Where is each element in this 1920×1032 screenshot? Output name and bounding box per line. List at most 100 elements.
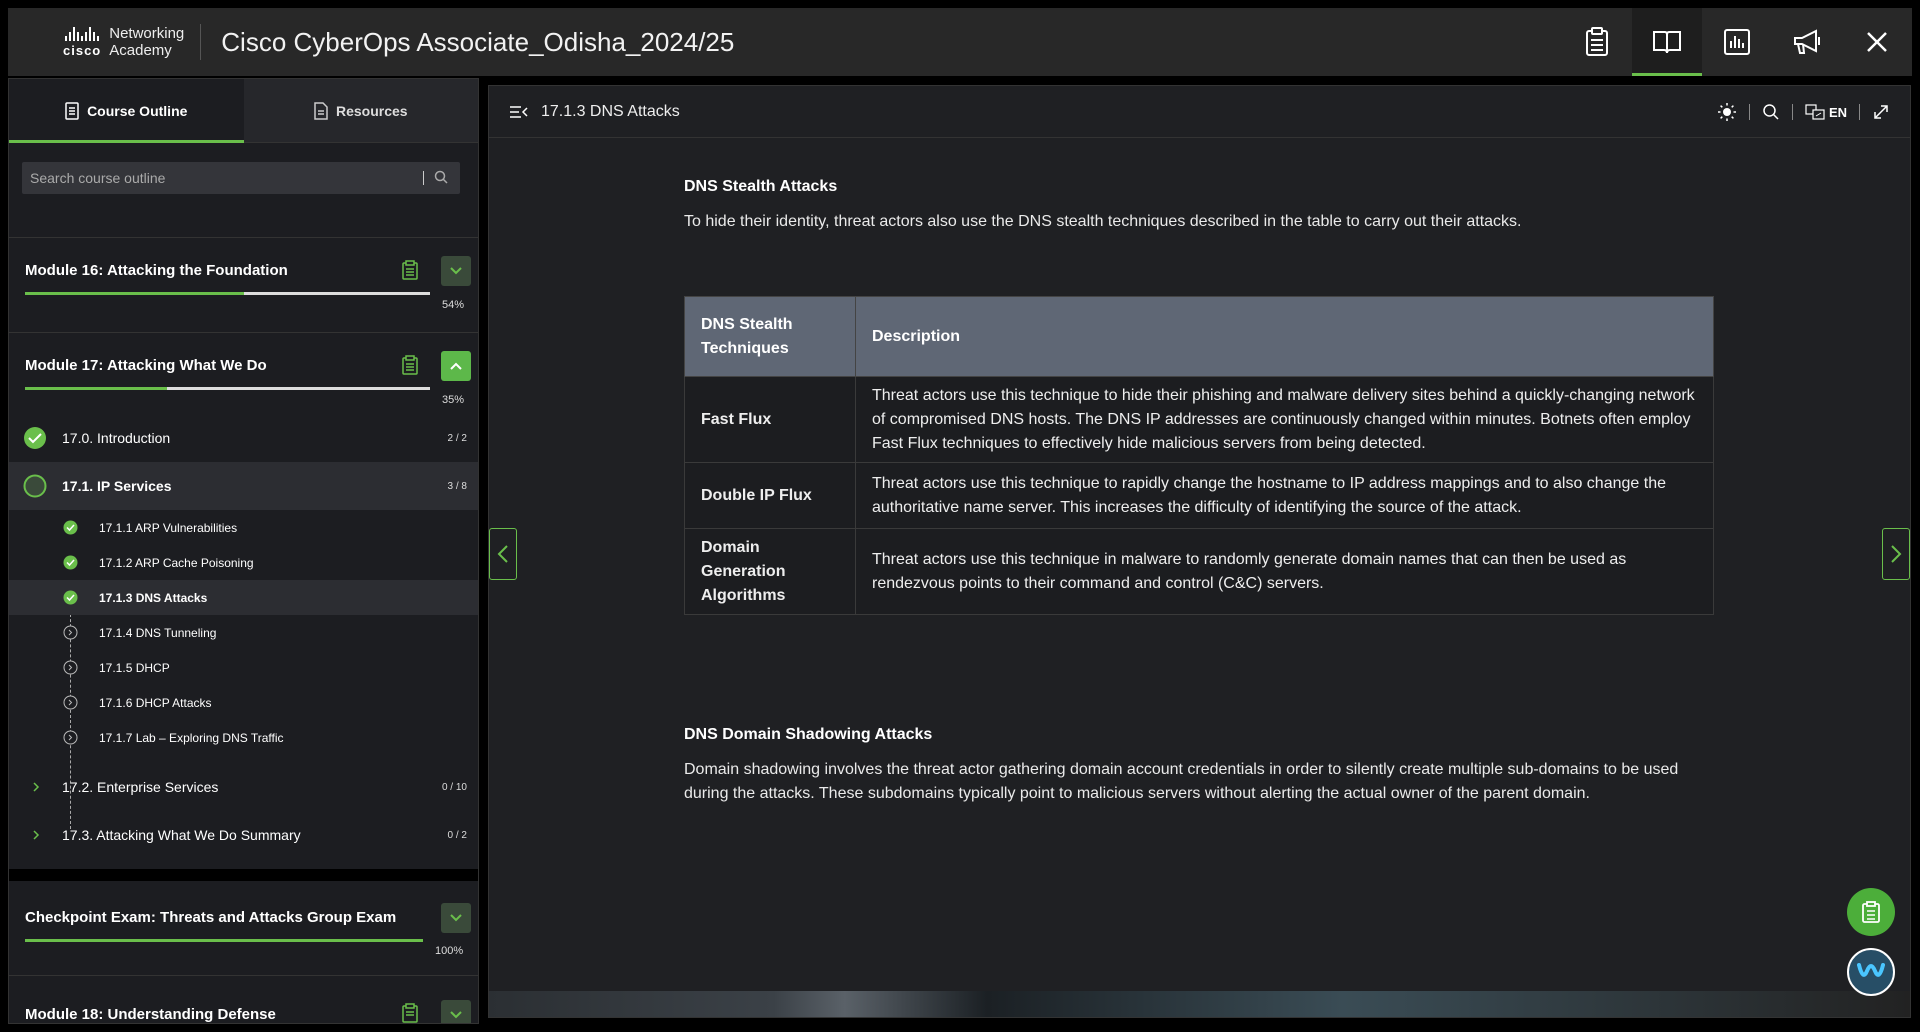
course-outline-sidebar: Course Outline Resources Search course o…	[8, 78, 479, 1024]
topic-17-1-2[interactable]: 17.1.2 ARP Cache Poisoning	[9, 545, 478, 580]
search-icon[interactable]	[434, 170, 448, 184]
lesson-17-1[interactable]: 17.1. IP Services 3 / 8	[9, 462, 478, 510]
chart-icon	[1724, 29, 1750, 55]
previous-page-button[interactable]	[489, 528, 517, 580]
topic-17-1-7[interactable]: 17.1.7 Lab – Exploring DNS Traffic	[9, 720, 478, 755]
topic-17-1-3[interactable]: 17.1.3 DNS Attacks	[9, 580, 478, 615]
next-page-button[interactable]	[1882, 528, 1910, 580]
module-18[interactable]: Module 18: Understanding Defense	[9, 975, 478, 1023]
topic-label: 17.1.4 DNS Tunneling	[99, 625, 217, 640]
logo-line1: Networking	[109, 25, 185, 42]
tab-course-outline[interactable]: Course Outline	[9, 79, 244, 143]
megaphone-icon	[1794, 29, 1820, 54]
topic-label: 17.1.2 ARP Cache Poisoning	[99, 555, 254, 570]
check-circle-icon	[63, 520, 78, 535]
table-header-row: DNS Stealth Techniques Description	[684, 296, 1714, 377]
topic-label: 17.1.5 DHCP	[99, 660, 170, 675]
module-progress-fill	[25, 387, 167, 390]
lesson-17-2[interactable]: 17.2. Enterprise Services 0 / 10	[9, 763, 478, 811]
lesson-count: 0 / 10	[441, 781, 467, 793]
module-16[interactable]: Module 16: Attacking the Foundation 54%	[9, 237, 478, 317]
lesson-17-0[interactable]: 17.0. Introduction 2 / 2	[9, 414, 478, 462]
announcements-button[interactable]	[1772, 8, 1842, 76]
lesson-count: 3 / 8	[447, 480, 467, 492]
expand-module-button[interactable]	[441, 903, 471, 933]
lesson-label: 17.3. Attacking What We Do Summary	[62, 827, 301, 843]
page-title: 17.1.3 DNS Attacks	[541, 102, 680, 120]
book-icon	[1653, 31, 1681, 54]
module-progress-bar	[25, 939, 423, 942]
clipboard-icon[interactable]	[402, 260, 418, 280]
search-icon[interactable]	[1762, 103, 1780, 121]
table-row: Double IP Flux Threat actors use this te…	[684, 462, 1714, 529]
language-selector[interactable]: EN	[1805, 104, 1847, 120]
sidebar-tabs: Course Outline Resources	[9, 79, 478, 143]
cisco-logo-mark: cisco	[63, 26, 102, 58]
cisco-bars-icon	[65, 26, 100, 41]
outline-icon	[65, 101, 79, 120]
topic-17-1-5[interactable]: 17.1.5 DHCP	[9, 650, 478, 685]
table-header-technique: DNS Stealth Techniques	[684, 296, 856, 377]
topic-label: 17.1.7 Lab – Exploring DNS Traffic	[99, 730, 284, 745]
expand-module-button[interactable]	[441, 256, 471, 286]
lesson-label: 17.2. Enterprise Services	[62, 779, 219, 795]
lesson-count: 2 / 2	[447, 432, 467, 444]
clipboard-icon[interactable]	[402, 355, 418, 375]
module-17[interactable]: Module 17: Attacking What We Do 35%	[9, 332, 478, 412]
search-separator	[423, 171, 424, 185]
course-content-button[interactable]	[1632, 8, 1702, 76]
topic-label: 17.1.1 ARP Vulnerabilities	[99, 520, 238, 535]
module-percent: 35%	[442, 394, 465, 406]
language-label: EN	[1828, 104, 1847, 120]
pending-circle-icon	[63, 625, 78, 640]
webex-fab-button[interactable]	[1847, 948, 1895, 996]
checkpoint-exam[interactable]: Checkpoint Exam: Threats and Attacks Gro…	[9, 869, 478, 957]
course-title: Cisco CyberOps Associate_Odisha_2024/25	[221, 26, 735, 57]
lesson-17-3[interactable]: 17.3. Attacking What We Do Summary 0 / 2	[9, 811, 478, 859]
webex-icon	[1857, 963, 1885, 977]
module-title: Module 18: Understanding Defense	[25, 1006, 276, 1023]
outline-search-input[interactable]: Search course outline	[22, 162, 460, 194]
expand-icon[interactable]	[1872, 103, 1890, 121]
toolbar-separator	[1859, 104, 1860, 120]
collapse-module-button[interactable]	[441, 351, 471, 381]
section-paragraph: To hide their identity, threat actors al…	[684, 213, 1522, 230]
gradebook-button[interactable]	[1562, 8, 1632, 76]
module-percent: 54%	[442, 299, 465, 311]
pending-circle-icon	[63, 695, 78, 710]
document-icon	[314, 101, 328, 120]
description-cell: Threat actors use this technique to hide…	[855, 376, 1714, 463]
module-title: Module 17: Attacking What We Do	[25, 357, 267, 374]
clipboard-icon	[1586, 27, 1608, 56]
content-toolbar: 17.1.3 DNS Attacks EN	[489, 86, 1910, 138]
progress-button[interactable]	[1702, 8, 1772, 76]
expand-module-button[interactable]	[441, 1000, 471, 1023]
module-title: Checkpoint Exam: Threats and Attacks Gro…	[25, 909, 397, 926]
chevron-right-icon	[33, 830, 40, 840]
brightness-icon[interactable]	[1717, 102, 1737, 122]
module-progress-fill	[25, 939, 423, 942]
clipboard-icon[interactable]	[402, 1003, 418, 1023]
assessment-fab-button[interactable]	[1847, 888, 1895, 936]
chevron-down-icon	[450, 267, 462, 275]
technique-cell: Domain Generation Algorithms	[684, 528, 856, 615]
section-heading: DNS Stealth Attacks	[684, 178, 838, 195]
translate-icon	[1805, 104, 1825, 120]
tab-resources[interactable]: Resources	[243, 79, 478, 142]
pending-circle-icon	[63, 660, 78, 675]
logo-brand: cisco	[63, 42, 102, 58]
check-circle-icon	[63, 555, 78, 570]
chevron-up-icon	[450, 362, 462, 370]
chevron-left-icon	[497, 545, 508, 563]
logo-text: Networking Academy	[109, 25, 184, 59]
chevron-right-icon	[33, 782, 40, 792]
cisco-logo[interactable]: cisco Networking Academy	[63, 8, 184, 76]
topic-17-1-6[interactable]: 17.1.6 DHCP Attacks	[9, 685, 478, 720]
background-image-strip	[489, 991, 1910, 1017]
collapse-menu-icon[interactable]	[509, 104, 529, 120]
table-row: Domain Generation Algorithms Threat acto…	[684, 528, 1714, 615]
clipboard-icon	[1862, 901, 1880, 923]
topic-17-1-1[interactable]: 17.1.1 ARP Vulnerabilities	[9, 510, 478, 545]
topic-17-1-4[interactable]: 17.1.4 DNS Tunneling	[9, 615, 478, 650]
close-course-button[interactable]	[1842, 8, 1912, 76]
